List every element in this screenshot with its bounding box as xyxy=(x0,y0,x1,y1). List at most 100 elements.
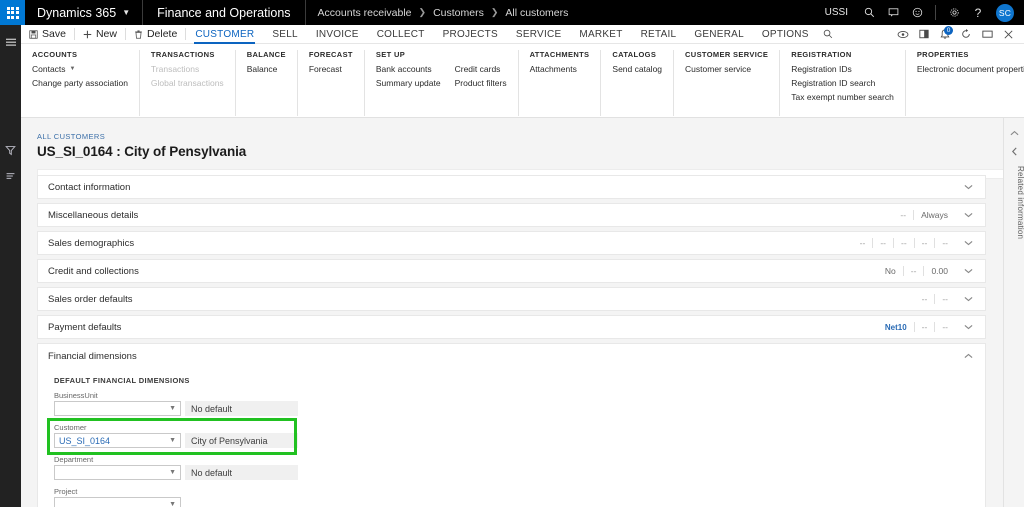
action-item-registration-ids[interactable]: Registration IDs xyxy=(791,64,894,75)
tab-label: OPTIONS xyxy=(762,29,809,40)
action-group-column: Customer service xyxy=(685,64,751,75)
action-item-registration-id-search[interactable]: Registration ID search xyxy=(791,78,894,89)
gear-icon[interactable] xyxy=(943,0,965,25)
feedback-icon[interactable] xyxy=(882,0,904,25)
summary-value: 0.00 xyxy=(924,266,955,276)
chevron-up-icon[interactable] xyxy=(959,344,977,368)
action-group-column: Electronic document properties xyxy=(917,64,1024,75)
action-item-label: Balance xyxy=(247,64,278,75)
tab-collect[interactable]: COLLECT xyxy=(368,25,434,44)
chevron-down-icon[interactable] xyxy=(959,203,977,227)
tab-retail[interactable]: RETAIL xyxy=(632,25,686,44)
hamburger-icon[interactable] xyxy=(0,29,21,55)
field-label: BusinessUnit xyxy=(54,391,324,400)
breadcrumb-item-2[interactable]: All customers xyxy=(505,7,568,19)
module-name[interactable]: Finance and Operations xyxy=(143,0,305,25)
chevron-left-icon[interactable] xyxy=(1004,142,1024,160)
action-group-transactions: TRANSACTIONSTransactionsGlobal transacti… xyxy=(140,50,236,116)
all-customers-link[interactable]: ALL CUSTOMERS xyxy=(37,132,105,141)
action-item-label: Attachments xyxy=(530,64,577,75)
tab-general[interactable]: GENERAL xyxy=(685,25,753,44)
tab-sell[interactable]: SELL xyxy=(263,25,306,44)
section-header-financial-dimensions[interactable]: Financial dimensions xyxy=(38,344,985,368)
breadcrumb-item-0[interactable]: Accounts receivable xyxy=(318,7,412,19)
delete-button[interactable]: Delete xyxy=(126,25,185,44)
module-label: Finance and Operations xyxy=(157,6,290,20)
refresh-icon[interactable] xyxy=(956,25,976,44)
tab-invoice[interactable]: INVOICE xyxy=(307,25,368,44)
tab-label: CUSTOMER xyxy=(195,29,254,40)
filter-icon[interactable] xyxy=(0,137,21,163)
chevron-down-icon[interactable] xyxy=(959,175,977,199)
chevron-down-icon[interactable] xyxy=(959,259,977,283)
action-item-product-filters[interactable]: Product filters xyxy=(455,78,507,89)
action-item-credit-cards[interactable]: Credit cards xyxy=(455,64,507,75)
avatar[interactable]: SC xyxy=(996,4,1014,22)
notifications-icon[interactable]: 0 xyxy=(935,25,955,44)
action-item-forecast[interactable]: Forecast xyxy=(309,64,342,75)
action-group-title: REGISTRATION xyxy=(791,50,894,59)
section-header-sales-order-defaults[interactable]: Sales order defaults---- xyxy=(37,287,986,311)
project-combobox[interactable]: ▼ xyxy=(54,497,181,507)
tab-projects[interactable]: PROJECTS xyxy=(434,25,507,44)
view-icon[interactable] xyxy=(893,25,913,44)
tab-customer[interactable]: CUSTOMER xyxy=(186,25,263,44)
close-icon[interactable] xyxy=(998,25,1018,44)
chevron-down-icon[interactable] xyxy=(959,287,977,311)
section-header-sales-demographics[interactable]: Sales demographics---------- xyxy=(37,231,986,255)
action-item-contacts[interactable]: Contacts▼ xyxy=(32,64,128,75)
section-header-miscellaneous-details[interactable]: Miscellaneous details--Always xyxy=(37,203,986,227)
field-row-department: Department▼No default xyxy=(54,455,324,480)
action-group-registration: REGISTRATIONRegistration IDsRegistration… xyxy=(780,50,906,116)
split-pane-icon[interactable] xyxy=(914,25,934,44)
section-header-credit-and-collections[interactable]: Credit and collectionsNo--0.00 xyxy=(37,259,986,283)
summary-value: -- xyxy=(935,294,955,304)
action-item-customer-service[interactable]: Customer service xyxy=(685,64,751,75)
action-group-column: Attachments xyxy=(530,64,577,75)
tab-options[interactable]: OPTIONS xyxy=(753,25,818,44)
chevron-down-icon[interactable] xyxy=(959,231,977,255)
smiley-icon[interactable] xyxy=(906,0,928,25)
summary-value: -- xyxy=(893,210,913,220)
command-tabs: CUSTOMER SELLINVOICECOLLECTPROJECTSSERVIC… xyxy=(186,25,817,44)
brand-menu[interactable]: Dynamics 365 ▼ xyxy=(25,0,143,25)
action-item-change-party-association[interactable]: Change party association xyxy=(32,78,128,89)
section-header-contact-information[interactable]: Contact information xyxy=(37,175,986,199)
summary-value: -- xyxy=(935,322,955,332)
action-item-electronic-document-properties[interactable]: Electronic document properties xyxy=(917,64,1024,75)
pane-expand-up-icon[interactable] xyxy=(1004,124,1024,142)
action-group-column: Registration IDs Registration ID search Ta… xyxy=(791,64,894,103)
customer-combobox[interactable]: US_SI_0164▼ xyxy=(54,433,181,448)
action-item-send-catalog[interactable]: Send catalog xyxy=(612,64,662,75)
combobox-value: US_SI_0164 xyxy=(59,436,110,446)
search-icon[interactable] xyxy=(858,0,880,25)
department-combobox[interactable]: ▼ xyxy=(54,465,181,480)
breadcrumb-item-1[interactable]: Customers xyxy=(433,7,484,19)
action-item-bank-accounts[interactable]: Bank accounts xyxy=(376,64,441,75)
section-summary: ---------- xyxy=(853,231,977,255)
save-button[interactable]: Save xyxy=(21,25,74,44)
summary-value: No xyxy=(878,266,903,276)
notification-badge: 0 xyxy=(944,26,953,35)
command-search-icon[interactable] xyxy=(818,25,838,44)
default-financial-dimensions-heading: DEFAULT FINANCIAL DIMENSIONS xyxy=(54,376,985,385)
action-item-tax-exempt-number-search[interactable]: Tax exempt number search xyxy=(791,92,894,103)
tab-service[interactable]: SERVICE xyxy=(507,25,570,44)
summary-value[interactable]: Net10 xyxy=(878,323,914,332)
action-group-column: TransactionsGlobal transactions xyxy=(151,64,224,89)
action-item-attachments[interactable]: Attachments xyxy=(530,64,577,75)
header-actions: USSI ? SC xyxy=(817,0,1024,25)
chevron-down-icon[interactable] xyxy=(959,315,977,339)
action-item-summary-update[interactable]: Summary update xyxy=(376,78,441,89)
help-icon[interactable]: ? xyxy=(967,0,989,25)
section-header-payment-defaults[interactable]: Payment defaultsNet10---- xyxy=(37,315,986,339)
list-icon[interactable] xyxy=(0,162,21,188)
chat-icon[interactable] xyxy=(977,25,997,44)
new-button[interactable]: New xyxy=(75,25,125,44)
financial-dimensions-content: DEFAULT FINANCIAL DIMENSIONS BusinessUnit… xyxy=(38,368,985,507)
app-launcher-waffle-icon[interactable] xyxy=(0,0,25,25)
businessunit-combobox[interactable]: ▼ xyxy=(54,401,181,416)
action-item-balance[interactable]: Balance xyxy=(247,64,278,75)
tab-market[interactable]: MARKET xyxy=(570,25,631,44)
action-group-column: Balance xyxy=(247,64,278,75)
